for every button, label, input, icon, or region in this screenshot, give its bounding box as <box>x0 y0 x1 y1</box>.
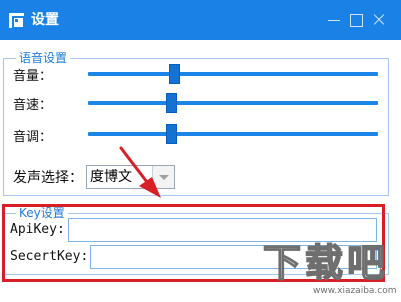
watermark-url: www.xiazaiba.com <box>313 286 397 296</box>
watermark: 下载吧 www.xiazaiba.com <box>262 240 401 302</box>
watermark-logo-text: 下载吧 <box>262 240 390 286</box>
annotation-arrow-head <box>139 177 161 198</box>
settings-window: 设置 语音设置 音量： 音速： 音调： 发声选择： 度博文 Key设置 ApiK… <box>0 0 401 302</box>
annotation-arrow-shaft <box>119 146 152 188</box>
